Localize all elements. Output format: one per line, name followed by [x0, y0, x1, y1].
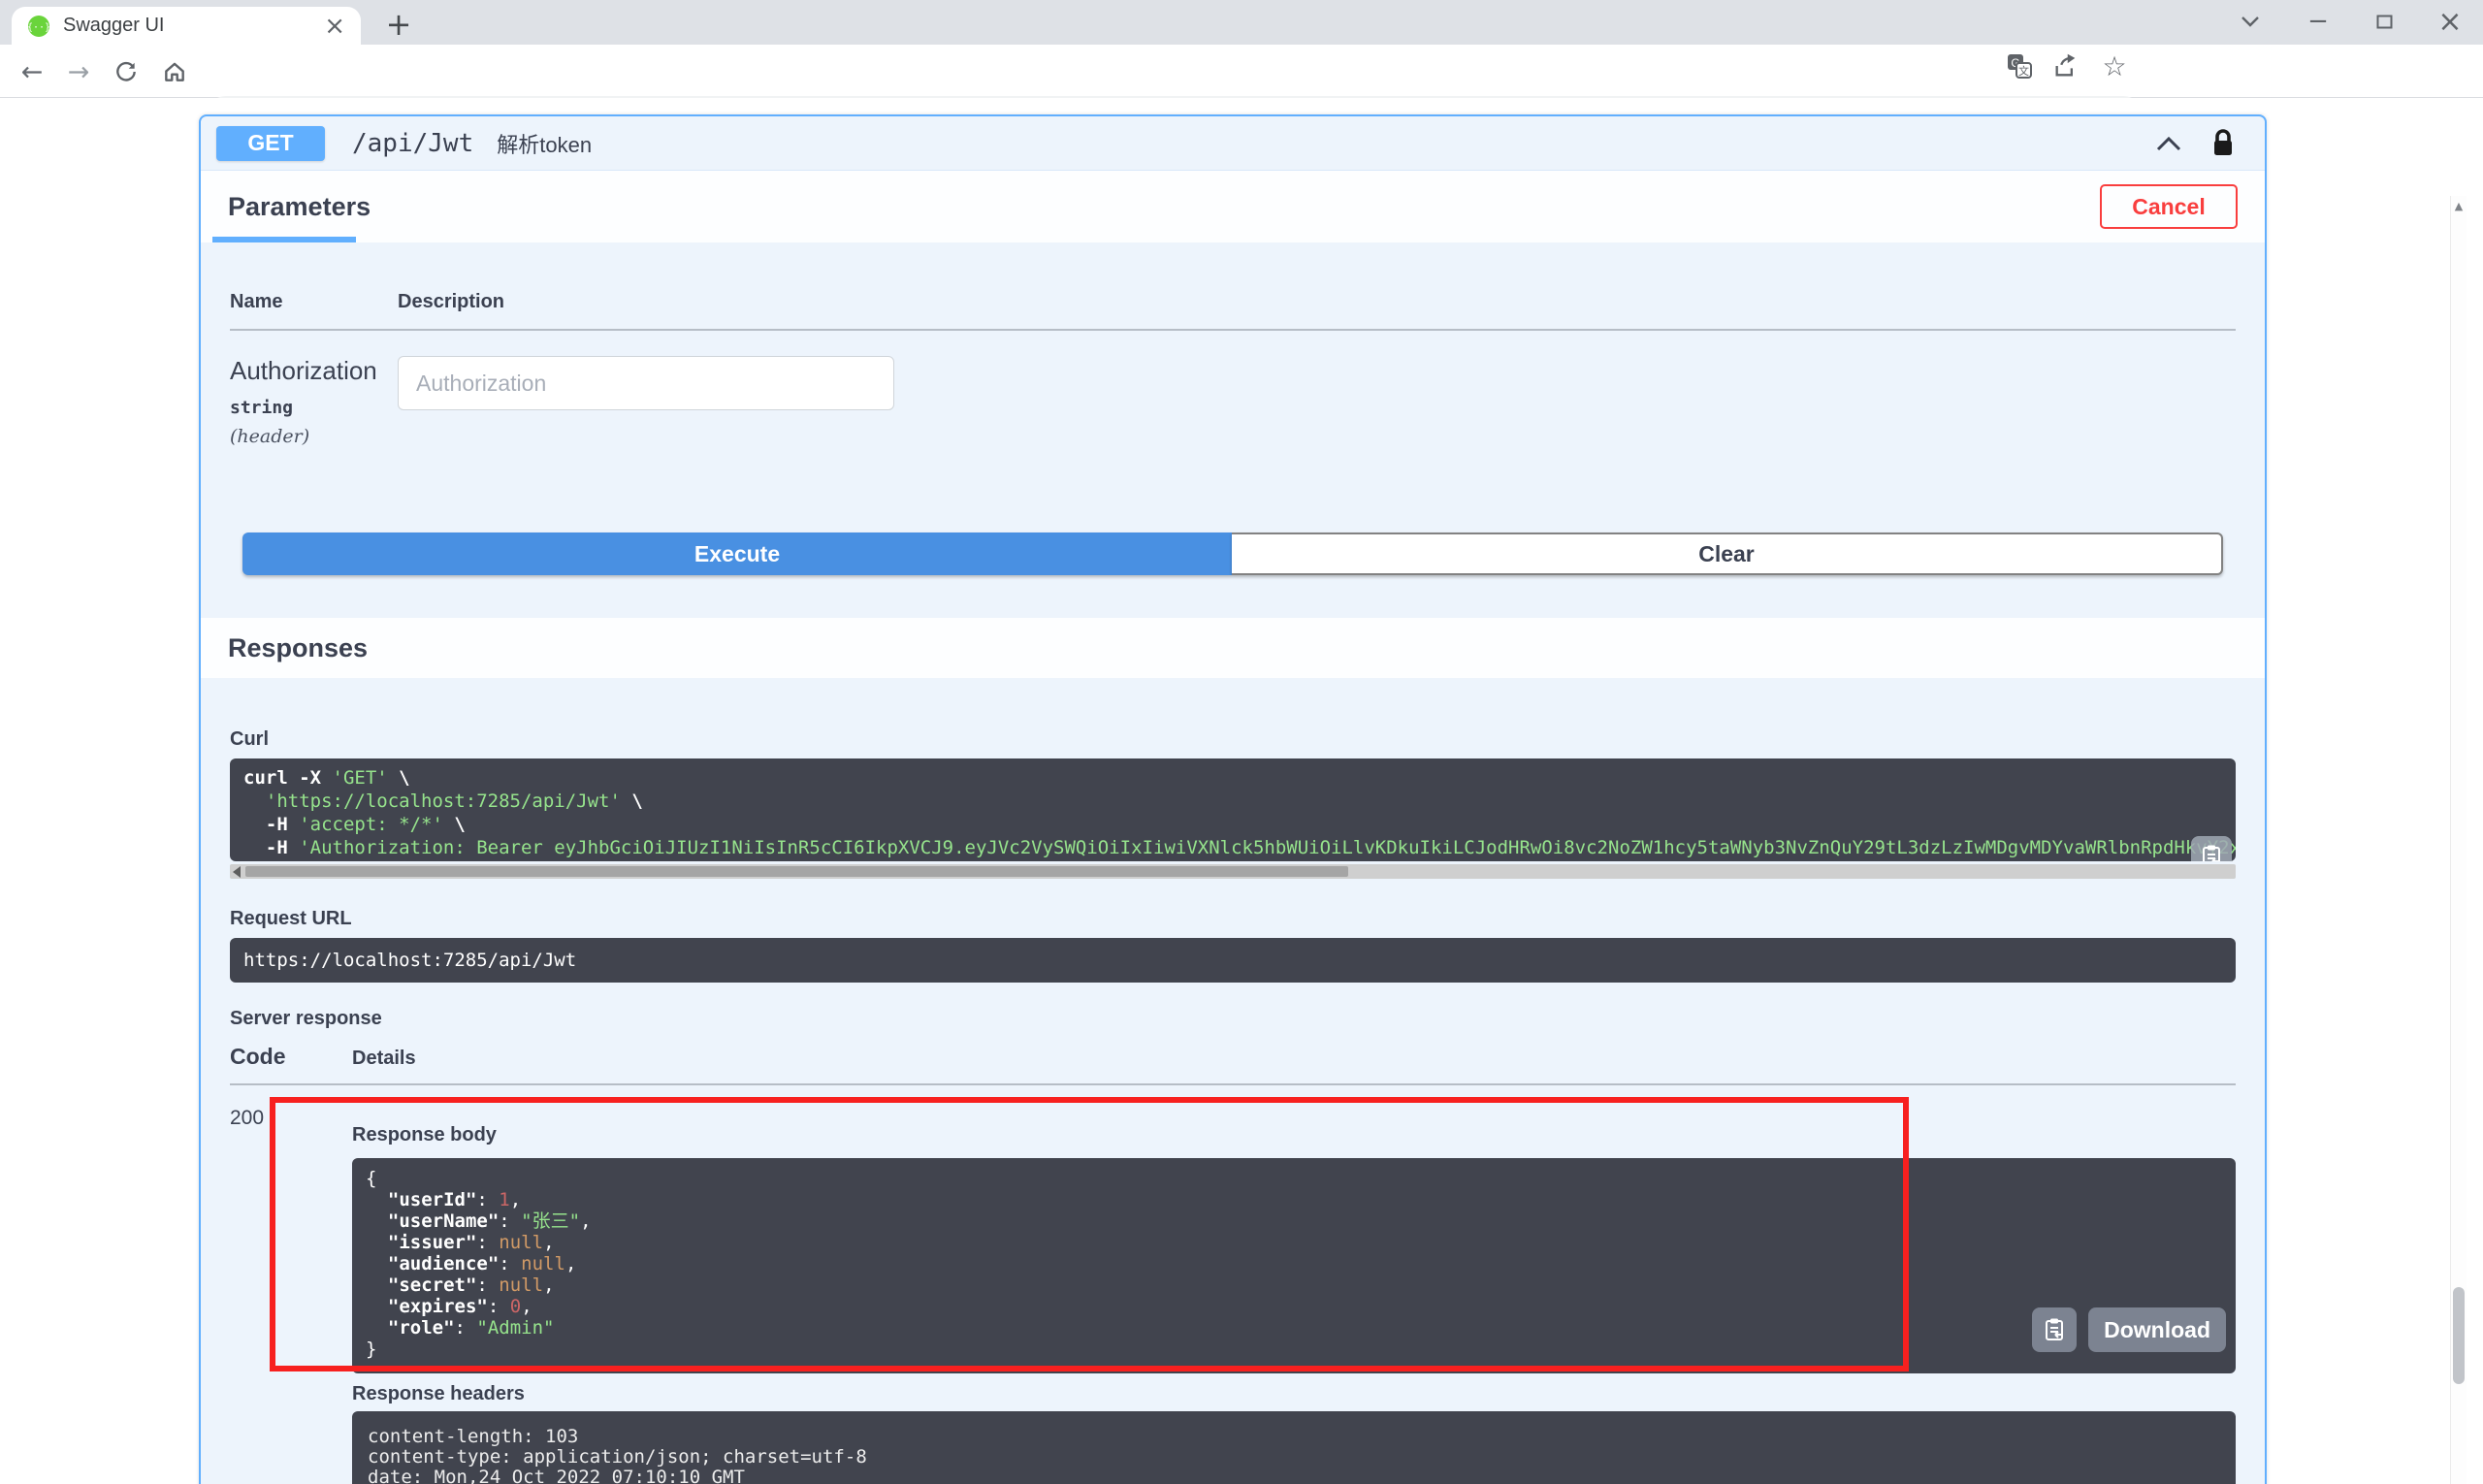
responses-section-header: Responses [201, 618, 2265, 678]
window-close-button[interactable]: × [2423, 0, 2477, 43]
code-line: "userName": "张三", [387, 1210, 592, 1232]
scroll-up-arrow-icon[interactable]: ▲ [2451, 200, 2467, 212]
curl-command-block[interactable]: curl -X 'GET' \ 'https://localhost:7285/… [230, 758, 2236, 861]
authorization-input[interactable] [398, 356, 894, 410]
browser-window: {··} Swagger UI × + − × ← → localhost:72… [0, 0, 2483, 1484]
code-line: { [366, 1168, 377, 1189]
window-maximize-button[interactable] [2357, 0, 2411, 43]
response-body-label: Response body [352, 1124, 497, 1145]
clear-button[interactable]: Clear [1232, 532, 2223, 575]
swagger-favicon-icon: {··} [27, 15, 50, 37]
active-tab-underline [212, 237, 356, 242]
share-icon[interactable] [2052, 52, 2080, 80]
column-code: Code [230, 1044, 286, 1069]
code-line: curl -X 'GET' \ [243, 767, 410, 789]
opblock-summary[interactable]: GET /api/Jwt 解析token [201, 116, 2265, 171]
tab-close-icon[interactable]: × [324, 14, 345, 39]
column-description: Description [398, 291, 505, 312]
response-body-block: Download { "userId": 1, "userName": "张三"… [352, 1158, 2236, 1373]
column-name: Name [230, 291, 283, 312]
svg-text:{··}: {··} [27, 22, 50, 33]
response-row-200: 200 Response body Download { "userId": 1… [230, 1103, 2236, 1484]
request-url-label: Request URL [230, 908, 352, 929]
collapse-chevron-icon[interactable] [2156, 136, 2181, 151]
authorize-lock-icon[interactable] [2210, 128, 2236, 159]
parameter-name: Authorization [230, 356, 377, 385]
tab-strip: {··} Swagger UI × + − × [0, 0, 2483, 45]
code-line: https://localhost:7285/api/Jwt [243, 950, 577, 971]
scrollbar-thumb[interactable] [2453, 1287, 2465, 1384]
code-line: -H 'Authorization: Bearer eyJhbGciOiJIUz… [243, 837, 2236, 858]
execute-row: Execute Clear [242, 532, 2223, 575]
scrollbar-thumb[interactable] [245, 866, 1349, 877]
reload-button[interactable] [110, 55, 143, 88]
code-line: "secret": null, [387, 1274, 555, 1296]
download-button[interactable]: Download [2088, 1307, 2226, 1352]
bookmark-star-icon[interactable]: ☆ [2101, 50, 2128, 82]
cancel-button[interactable]: Cancel [2100, 184, 2238, 229]
parameter-type: string [230, 398, 294, 418]
response-headers-label: Response headers [352, 1383, 525, 1404]
swagger-page: GET /api/Jwt 解析token Parameters Cancel N… [0, 98, 2467, 1484]
curl-horizontal-scrollbar[interactable] [230, 864, 2236, 879]
code-line: "issuer": null, [387, 1232, 555, 1253]
column-details: Details [352, 1048, 416, 1069]
http-method-badge: GET [216, 125, 325, 161]
scroll-left-arrow-icon[interactable] [233, 866, 241, 878]
copy-response-button[interactable] [2032, 1307, 2078, 1352]
code-line: "userId": 1, [387, 1189, 522, 1210]
new-tab-button[interactable]: + [380, 6, 417, 43]
translate-icon[interactable]: G文 [2006, 52, 2033, 80]
response-table-header: Code Details [230, 1044, 2236, 1085]
code-line: } [366, 1339, 377, 1360]
tab-parameters[interactable]: Parameters [228, 192, 371, 222]
responses-body: Curl curl -X 'GET' \ 'https://localhost:… [201, 678, 2265, 1484]
copy-curl-button[interactable] [2191, 836, 2232, 861]
endpoint-summary: 解析token [497, 132, 593, 157]
code-line: "audience": null, [387, 1253, 577, 1274]
parameters-body: Name Description Authorization string (h… [201, 242, 2265, 618]
code-line: "role": "Admin" [387, 1317, 555, 1339]
parameters-section-header: Parameters Cancel [201, 171, 2265, 242]
code-line: 'https://localhost:7285/api/Jwt' \ [265, 790, 643, 812]
parameters-table-header: Name Description [230, 291, 2236, 331]
code-line: content-type: application/json; charset=… [368, 1447, 867, 1468]
tab-title: Swagger UI [63, 15, 165, 36]
execute-button[interactable]: Execute [242, 532, 1232, 575]
code-line: -H 'accept: */*' \ [243, 814, 466, 835]
parameter-location: (header) [230, 426, 310, 447]
tab-search-chevron-icon[interactable] [2223, 0, 2277, 43]
code-line: "expires": 0, [387, 1296, 532, 1317]
curl-label: Curl [230, 728, 269, 750]
request-url-block: https://localhost:7285/api/Jwt [230, 938, 2236, 983]
responses-heading: Responses [228, 632, 369, 662]
endpoint-path: /api/Jwt [352, 128, 474, 158]
svg-text:文: 文 [2018, 64, 2029, 78]
forward-button[interactable]: → [62, 55, 95, 88]
browser-tab-swagger-ui[interactable]: {··} Swagger UI × [12, 7, 361, 45]
code-line: date: Mon,24 Oct 2022 07:10:10 GMT [368, 1468, 745, 1484]
back-button[interactable]: ← [16, 55, 48, 88]
browser-toolbar: ← → localhost:7285/swagger/index.html G文… [0, 45, 2483, 137]
server-response-label: Server response [230, 1008, 382, 1029]
home-button[interactable] [158, 55, 191, 88]
status-code: 200 [230, 1107, 265, 1129]
parameter-row-authorization: Authorization string (header) [230, 356, 2236, 447]
window-minimize-button[interactable]: − [2291, 0, 2345, 43]
clipboard-icon [2046, 1318, 2064, 1340]
code-line: content-length: 103 [368, 1427, 579, 1447]
opblock-get-api-jwt: GET /api/Jwt 解析token Parameters Cancel N… [199, 114, 2267, 1484]
page-scrollbar[interactable]: ▲ ▼ [2450, 196, 2467, 1484]
clipboard-icon [2203, 845, 2220, 861]
response-headers-block: content-length: 103 content-type: applica… [352, 1411, 2236, 1484]
